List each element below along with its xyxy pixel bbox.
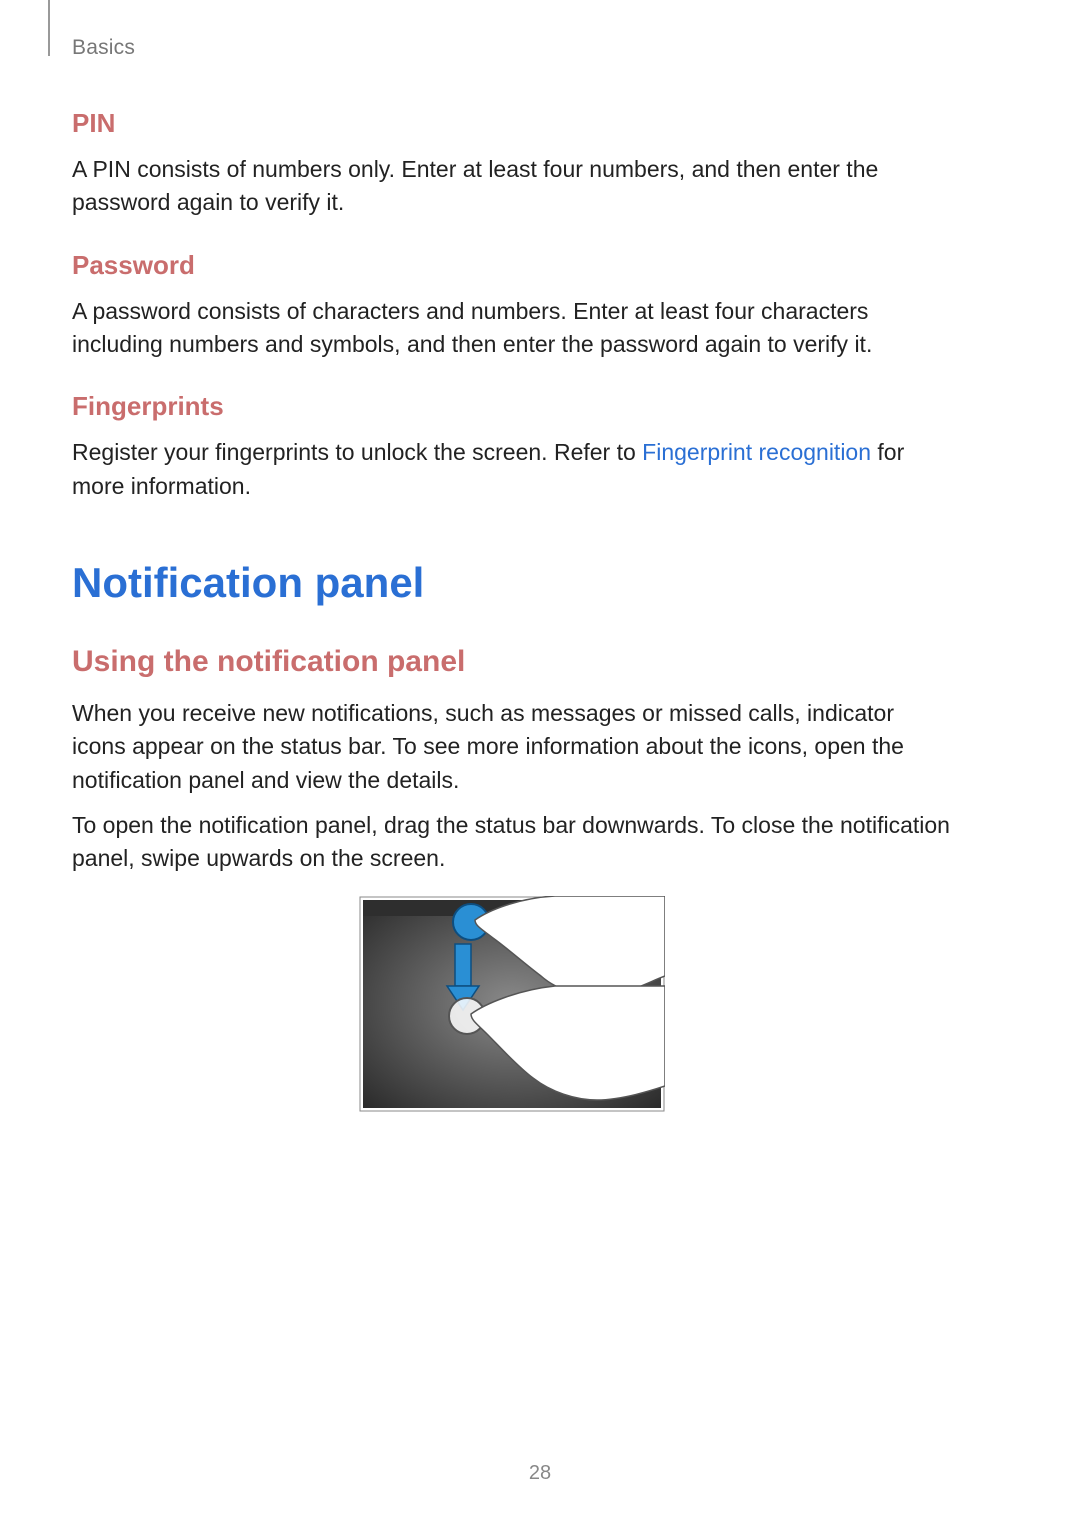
link-fingerprint-recognition[interactable]: Fingerprint recognition: [642, 439, 871, 465]
page-content: PIN A PIN consists of numbers only. Ente…: [72, 108, 952, 1112]
section-subtitle-using-notification-panel: Using the notification panel: [72, 645, 952, 679]
header-tab-mark: [48, 0, 50, 56]
para-notification-1: When you receive new notifications, such…: [72, 697, 952, 797]
page-number: 28: [0, 1462, 1080, 1485]
para-notification-2: To open the notification panel, drag the…: [72, 809, 952, 876]
heading-pin: PIN: [72, 108, 952, 139]
body-pin: A PIN consists of numbers only. Enter at…: [72, 153, 952, 220]
heading-password: Password: [72, 250, 952, 281]
fingerprints-text-before: Register your fingerprints to unlock the…: [72, 439, 642, 465]
body-password: A password consists of characters and nu…: [72, 295, 952, 362]
breadcrumb: Basics: [72, 36, 135, 60]
body-fingerprints: Register your fingerprints to unlock the…: [72, 436, 952, 503]
heading-fingerprints: Fingerprints: [72, 391, 952, 422]
illustration-notification-swipe: 10:00: [359, 896, 665, 1112]
section-title-notification-panel: Notification panel: [72, 559, 952, 607]
